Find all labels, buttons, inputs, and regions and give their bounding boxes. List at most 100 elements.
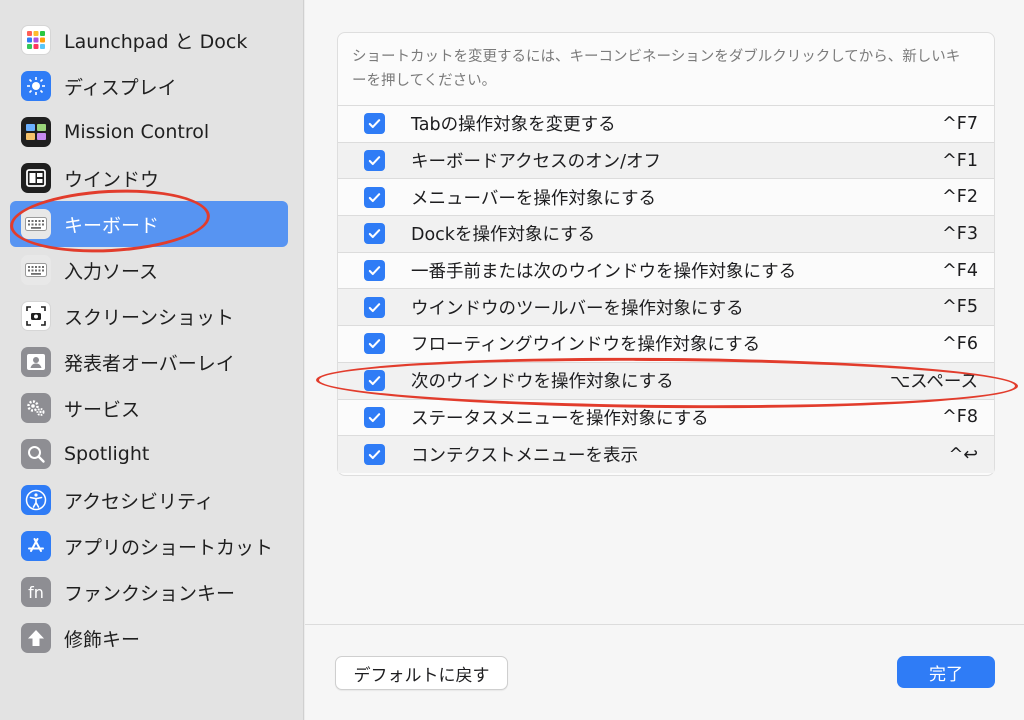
shortcut-name: Tabの操作対象を変更する xyxy=(411,115,616,136)
sidebar-item-label: ファンクションキー xyxy=(64,582,236,605)
sidebar-item-spotlight[interactable]: Spotlight xyxy=(10,431,288,477)
keyboard-input-icon xyxy=(21,255,51,285)
sidebar-item-mission-control[interactable]: Mission Control xyxy=(10,109,288,155)
checkmark-icon xyxy=(368,266,381,276)
fn-icon: fn xyxy=(21,577,51,607)
sidebar-item-input-sources[interactable]: 入力ソース xyxy=(10,247,288,293)
checkmark-icon xyxy=(368,413,381,422)
instruction-text: ショートカットを変更するには、キーコンビネーションをダブルクリックしてから、新し… xyxy=(352,49,961,89)
shortcut-row[interactable]: ウインドウのツールバーを操作対象にする ^F5 xyxy=(338,289,994,327)
sidebar-item-label: アクセシビリティ xyxy=(64,490,214,513)
sun-icon xyxy=(21,71,51,101)
sidebar-item-label: Launchpad と Dock xyxy=(64,30,248,53)
sidebar-item-accessibility[interactable]: アクセシビリティ xyxy=(10,477,288,523)
checkmark-icon xyxy=(368,450,381,460)
sidebar-item-label: アプリのショートカット xyxy=(64,536,274,559)
shortcut-key[interactable]: ^F7 xyxy=(942,114,978,134)
shortcut-row[interactable]: メニューバーを操作対象にする ^F2 xyxy=(338,179,994,217)
checkbox[interactable] xyxy=(364,223,385,245)
checkmark-icon xyxy=(368,302,381,312)
sidebar-item-services[interactable]: サービス xyxy=(10,385,288,431)
shortcut-row[interactable]: フローティングウインドウを操作対象にする ^F6 xyxy=(338,326,994,363)
sidebar-item-label: Spotlight xyxy=(64,443,150,465)
sidebar-item-label: 修飾キー xyxy=(64,628,141,651)
mission-control-icon xyxy=(21,117,51,147)
presenter-icon xyxy=(21,347,51,377)
sidebar-item-label: ウインドウ xyxy=(64,168,160,191)
checkbox[interactable] xyxy=(364,406,385,428)
shortcut-row[interactable]: ステータスメニューを操作対象にする ^F8 xyxy=(338,400,994,437)
checkmark-icon xyxy=(368,376,381,386)
app-store-icon xyxy=(21,531,51,561)
shortcut-list: Tabの操作対象を変更する ^F7 キーボードアクセスのオン/オフ ^F1 メニ… xyxy=(338,105,994,473)
sidebar-item-label: 入力ソース xyxy=(64,260,159,283)
sidebar-item-launchpad-dock[interactable]: Launchpad と Dock xyxy=(10,17,288,63)
keyboard-icon xyxy=(21,209,51,239)
checkbox[interactable] xyxy=(364,370,385,392)
shortcut-key[interactable]: ^F6 xyxy=(942,334,978,354)
shortcut-row[interactable]: Tabの操作対象を変更する ^F7 xyxy=(338,106,994,143)
shortcut-key[interactable]: ^↩ xyxy=(949,445,978,465)
shortcut-row[interactable]: コンテクストメニューを表示 ^↩ xyxy=(338,436,994,473)
sidebar-item-label: Mission Control xyxy=(64,121,210,143)
sidebar-item-app-shortcuts[interactable]: アプリのショートカット xyxy=(10,523,288,569)
shortcut-key[interactable]: ^F1 xyxy=(942,151,978,171)
shortcut-name: メニューバーを操作対象にする xyxy=(411,188,656,209)
sidebar-item-label: ディスプレイ xyxy=(64,76,177,99)
checkmark-icon xyxy=(368,339,381,349)
restore-defaults-button[interactable]: デフォルトに戻す xyxy=(335,656,508,690)
checkmark-icon xyxy=(368,192,381,202)
launchpad-grid-icon xyxy=(21,25,51,55)
shortcut-name: コンテクストメニューを表示 xyxy=(411,446,638,467)
shortcut-name: Dockを操作対象にする xyxy=(411,225,596,246)
shortcut-key[interactable]: ^F5 xyxy=(942,297,978,317)
shortcut-name: ウインドウのツールバーを操作対象にする xyxy=(411,298,744,319)
sidebar-item-modifier-keys[interactable]: 修飾キー xyxy=(10,615,288,661)
shortcut-key[interactable]: ^F8 xyxy=(942,407,978,427)
screenshot-icon xyxy=(21,301,51,331)
sidebar-item-display[interactable]: ディスプレイ xyxy=(10,63,288,109)
checkbox[interactable] xyxy=(364,260,385,282)
gears-icon xyxy=(21,393,51,423)
shortcut-row[interactable]: Dockを操作対象にする ^F3 xyxy=(338,216,994,253)
sidebar-item-window[interactable]: ウインドウ xyxy=(10,155,288,201)
sidebar-item-label: スクリーンショット xyxy=(64,306,235,329)
sidebar-item-presenter-overlay[interactable]: 発表者オーバーレイ xyxy=(10,339,288,385)
checkmark-icon xyxy=(368,156,381,166)
checkbox[interactable] xyxy=(364,444,385,466)
shortcut-row[interactable]: キーボードアクセスのオン/オフ ^F1 xyxy=(338,142,994,180)
up-arrow-icon xyxy=(21,623,51,653)
shortcut-key[interactable]: ^F3 xyxy=(942,224,978,244)
checkbox[interactable] xyxy=(364,296,385,318)
shortcut-key[interactable]: ⌥スペース xyxy=(890,368,978,393)
sidebar-item-screenshot[interactable]: スクリーンショット xyxy=(10,293,288,339)
sidebar-item-keyboard[interactable]: キーボード xyxy=(10,201,288,247)
shortcut-key[interactable]: ^F4 xyxy=(942,261,978,281)
footer-divider xyxy=(305,624,1024,625)
shortcut-name: 次のウインドウを操作対象にする xyxy=(411,372,674,393)
sidebar-item-label: サービス xyxy=(64,398,141,421)
shortcut-panel: ショートカットを変更するには、キーコンビネーションをダブルクリックしてから、新し… xyxy=(337,32,995,476)
checkbox[interactable] xyxy=(364,333,385,355)
sidebar-item-function-keys[interactable]: fn ファンクションキー xyxy=(10,569,288,615)
accessibility-icon xyxy=(21,485,51,515)
checkmark-icon xyxy=(368,119,381,129)
done-button[interactable]: 完了 xyxy=(897,656,995,688)
magnifier-icon xyxy=(21,439,51,469)
sidebar-item-label: 発表者オーバーレイ xyxy=(64,352,235,375)
shortcut-name: 一番手前または次のウインドウを操作対象にする xyxy=(411,262,797,283)
checkbox[interactable] xyxy=(364,150,385,172)
window-icon xyxy=(21,163,51,193)
checkbox[interactable] xyxy=(364,113,385,135)
sidebar-item-label: キーボード xyxy=(64,214,160,237)
checkmark-icon xyxy=(368,229,381,239)
main-content: ショートカットを変更するには、キーコンビネーションをダブルクリックしてから、新し… xyxy=(305,0,1024,720)
shortcut-name: フローティングウインドウを操作対象にする xyxy=(411,335,761,356)
sidebar: Launchpad と Dock ディスプレイ Mission Control … xyxy=(0,0,304,720)
shortcut-row[interactable]: 一番手前または次のウインドウを操作対象にする ^F4 xyxy=(338,253,994,290)
shortcut-name: ステータスメニューを操作対象にする xyxy=(411,408,709,429)
shortcut-key[interactable]: ^F2 xyxy=(942,187,978,207)
checkbox[interactable] xyxy=(364,186,385,208)
shortcut-row[interactable]: 次のウインドウを操作対象にする ⌥スペース xyxy=(338,362,994,400)
shortcut-name: キーボードアクセスのオン/オフ xyxy=(411,152,662,173)
